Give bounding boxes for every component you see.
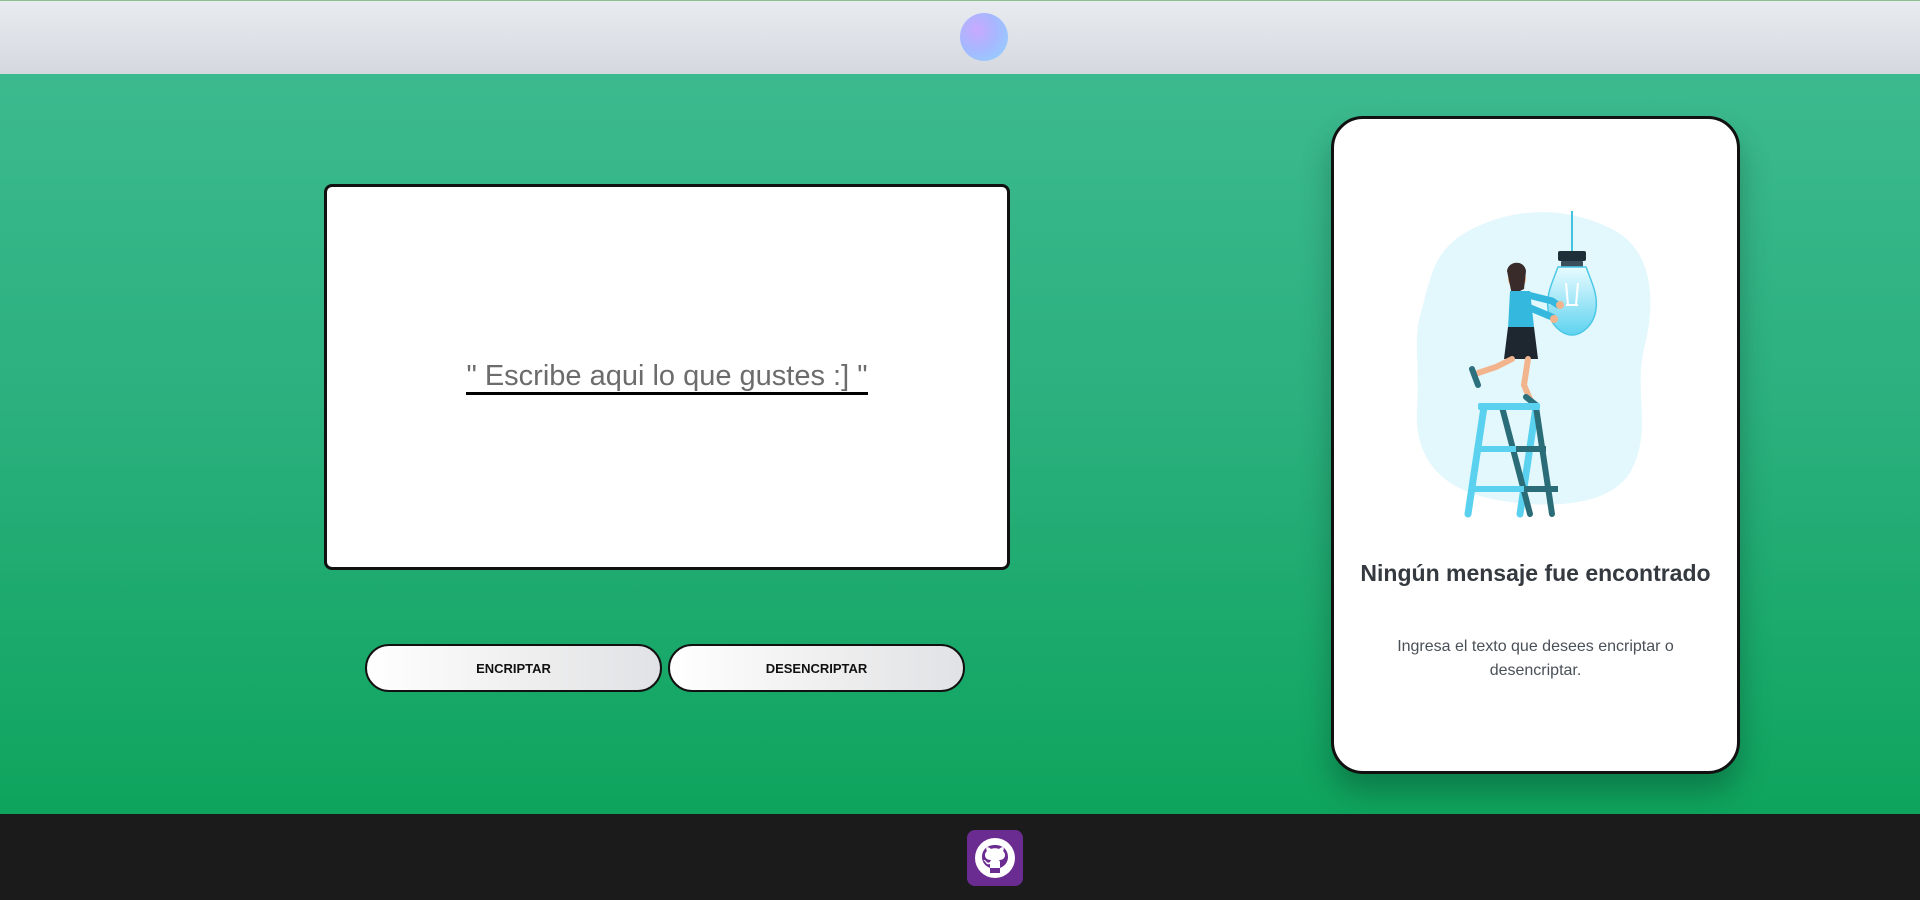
header-bar — [0, 0, 1920, 74]
logo-orb-icon[interactable] — [960, 13, 1008, 61]
message-input-card[interactable]: " Escribe aqui lo que gustes :] " — [324, 184, 1010, 570]
encrypt-button[interactable]: ENCRIPTAR — [365, 644, 662, 692]
page: " Escribe aqui lo que gustes :] " ENCRIP… — [0, 0, 1920, 900]
main-area: " Escribe aqui lo que gustes :] " ENCRIP… — [0, 74, 1920, 814]
result-title: Ningún mensaje fue encontrado — [1360, 560, 1711, 586]
woman-ladder-lightbulb-illustration — [1416, 211, 1651, 518]
footer-bar — [0, 814, 1920, 900]
message-input-placeholder[interactable]: " Escribe aqui lo que gustes :] " — [466, 360, 868, 395]
result-description: Ingresa el texto que desees encriptar o … — [1397, 638, 1674, 679]
decrypt-button[interactable]: DESENCRIPTAR — [668, 644, 965, 692]
github-link-button[interactable] — [967, 830, 1023, 886]
result-panel: Ningún mensaje fue encontrado Ingresa el… — [1331, 116, 1740, 774]
github-icon — [975, 838, 1015, 878]
